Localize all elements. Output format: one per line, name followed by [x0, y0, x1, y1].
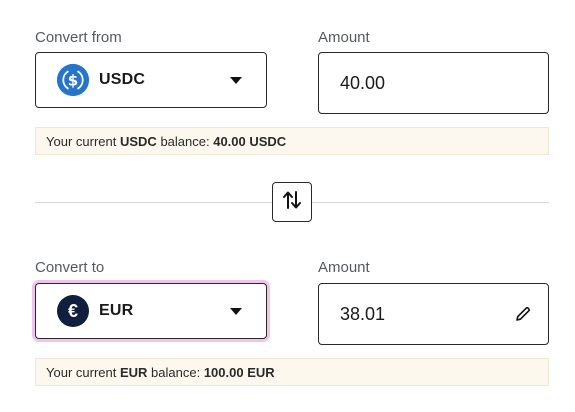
convert-from-select[interactable]: $ USDC	[35, 52, 267, 108]
chevron-down-icon	[230, 77, 242, 84]
convert-from-label: Convert from	[35, 29, 122, 46]
from-amount-field[interactable]	[318, 52, 549, 114]
balance-prefix: Your current	[46, 133, 117, 149]
usdc-coin-icon: $	[57, 64, 89, 96]
convert-to-select[interactable]: € EUR	[35, 283, 267, 339]
balance-amount: 100.00 EUR	[203, 364, 275, 380]
to-balance-notice: Your current EUR balance: 100.00 EUR	[35, 358, 549, 386]
balance-middle: balance:	[151, 364, 201, 380]
balance-amount: 40.00 USDC	[213, 133, 287, 149]
euro-coin-icon: €	[57, 295, 89, 327]
from-amount-label: Amount	[318, 29, 370, 46]
convert-to-currency: EUR	[99, 302, 134, 319]
balance-middle: balance:	[160, 133, 210, 149]
balance-prefix: Your current	[46, 364, 117, 380]
svg-text:$: $	[68, 72, 78, 90]
euro-symbol: €	[67, 300, 78, 321]
balance-currency: USDC	[119, 133, 157, 149]
to-amount-label: Amount	[318, 259, 370, 276]
to-amount-field[interactable]: 38.01	[318, 283, 549, 345]
from-balance-notice: Your current USDC balance: 40.00 USDC	[35, 127, 549, 155]
swap-button[interactable]	[272, 182, 312, 222]
chevron-down-icon	[230, 308, 242, 315]
pencil-icon[interactable]	[514, 305, 532, 323]
convert-to-label: Convert to	[35, 259, 105, 276]
swap-arrows-icon	[280, 188, 304, 217]
from-amount-input[interactable]	[340, 72, 490, 94]
to-amount-value: 38.01	[340, 303, 386, 324]
balance-currency: EUR	[119, 364, 148, 380]
convert-from-currency: USDC	[99, 71, 146, 88]
